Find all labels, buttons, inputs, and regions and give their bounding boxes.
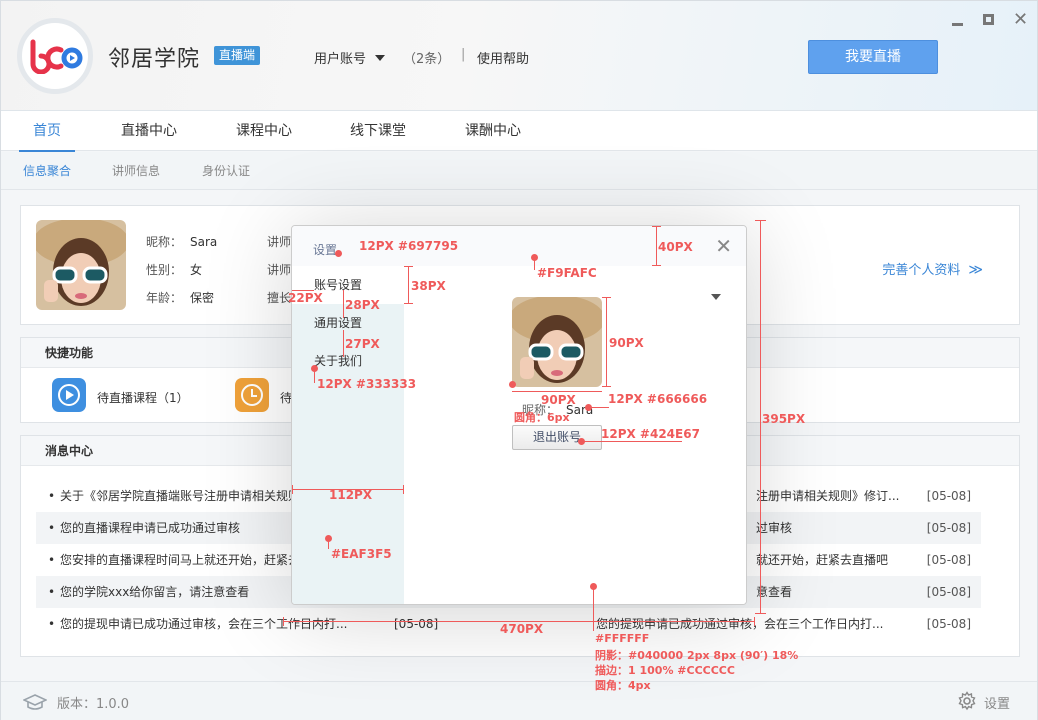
tab-pay-center[interactable]: 课酬中心 — [457, 111, 529, 151]
subtab-info-aggregation[interactable]: 信息聚合 — [23, 152, 71, 190]
dialog-avatar[interactable] — [512, 297, 602, 387]
chevron-down-icon — [375, 54, 386, 61]
app-logo — [17, 18, 93, 94]
maximize-icon[interactable] — [982, 13, 996, 27]
annotation-border: 描边：1 100% #CCCCCC — [595, 664, 735, 677]
annotation-menu-font: 12PX #333333 — [317, 377, 417, 391]
profile-col2-row1: 讲师 — [267, 235, 292, 249]
annotation-button-font: 12PX #424E67 — [601, 427, 700, 441]
account-count: （2条） — [403, 52, 451, 67]
close-icon[interactable]: ✕ — [1013, 11, 1028, 29]
annotation-dialog-height: 395PX — [762, 412, 806, 426]
help-link[interactable]: 使用帮助 — [477, 48, 529, 67]
annotation-nickname-font: 12PX #666666 — [608, 392, 708, 406]
annotation-second-gap: 27PX — [345, 337, 380, 351]
dialog-title: 设置 — [313, 243, 338, 257]
go-live-button[interactable]: 我要直播 — [808, 40, 938, 74]
profile-gender: 性别：女 — [146, 263, 203, 277]
app-footer: 版本：1.0.0 设置 — [1, 681, 1037, 720]
annotation-avatar-radius: 圆角：6px — [514, 411, 570, 424]
annotation-avatar-height: 90PX — [609, 336, 644, 350]
profile-nickname: 昵称： Sara — [146, 235, 218, 249]
minimize-icon[interactable] — [951, 13, 965, 27]
annotation-shadow: 阴影：#040000 2px 8px (90′) 18% — [595, 649, 799, 662]
header-separator: | — [461, 47, 466, 62]
sub-nav: 信息聚合 讲师信息 身份认证 — [1, 152, 1037, 190]
annotation-item-height: 38PX — [411, 279, 446, 293]
app-header: 邻居学院 直播端 用户账号 （2条） | 使用帮助 我要直播 ✕ — [1, 1, 1037, 111]
footer-settings-label[interactable]: 设置 — [984, 693, 1010, 712]
tab-home[interactable]: 首页 — [19, 111, 75, 152]
subtab-identity-auth[interactable]: 身份认证 — [202, 152, 250, 190]
play-icon[interactable] — [52, 378, 86, 412]
annotation-side-width: 112PX — [329, 488, 373, 502]
graduation-cap-icon — [23, 694, 47, 710]
chevron-down-icon[interactable] — [711, 294, 721, 300]
gear-icon[interactable] — [957, 691, 977, 711]
clock-icon[interactable] — [235, 378, 269, 412]
annotation-left-pad: 22PX — [288, 291, 323, 305]
profile-col2-row2: 讲师 — [267, 263, 292, 277]
main-nav: 首页 直播中心 课程中心 线下课堂 课酬中心 — [1, 111, 1037, 152]
account-dropdown[interactable]: 用户账号 — [314, 48, 386, 67]
avatar — [36, 220, 126, 310]
annotation-title-spec: 12PX #697795 — [359, 239, 459, 253]
close-icon[interactable]: ✕ — [715, 234, 732, 258]
app-title: 邻居学院 — [108, 47, 201, 72]
app-badge: 直播端 — [214, 46, 261, 65]
double-chevron-right-icon: ≫ — [968, 262, 983, 278]
tab-live-center[interactable]: 直播中心 — [113, 111, 185, 151]
tab-offline-class[interactable]: 线下课堂 — [342, 111, 414, 151]
version-text: 版本：1.0.0 — [57, 697, 130, 712]
account-label: 用户账号 — [314, 52, 367, 67]
annotation-titlebar-height: 40PX — [658, 240, 693, 254]
annotation-radius: 圆角：4px — [595, 679, 651, 692]
logout-button[interactable]: 退出账号 — [512, 425, 602, 450]
subtab-lecturer-info[interactable]: 讲师信息 — [112, 152, 160, 190]
logo-icon — [30, 39, 83, 74]
tab-course-center[interactable]: 课程中心 — [228, 111, 300, 151]
annotation-side-color: #EAF3F5 — [331, 547, 392, 561]
annotation-first-gap: 28PX — [345, 298, 380, 312]
complete-profile-link[interactable]: 完善个人资料 ≫ — [882, 259, 983, 278]
annotation-titlebar-color: #F9FAFC — [537, 266, 597, 280]
profile-age: 年龄： 保密 — [146, 291, 215, 305]
annotation-dialog-bg: #FFFFFF — [595, 632, 650, 645]
annotation-dialog-width: 470PX — [500, 622, 544, 636]
annotation-avatar-width: 90PX — [541, 393, 576, 407]
pending-live-courses[interactable]: 待直播课程（1） — [97, 389, 189, 406]
